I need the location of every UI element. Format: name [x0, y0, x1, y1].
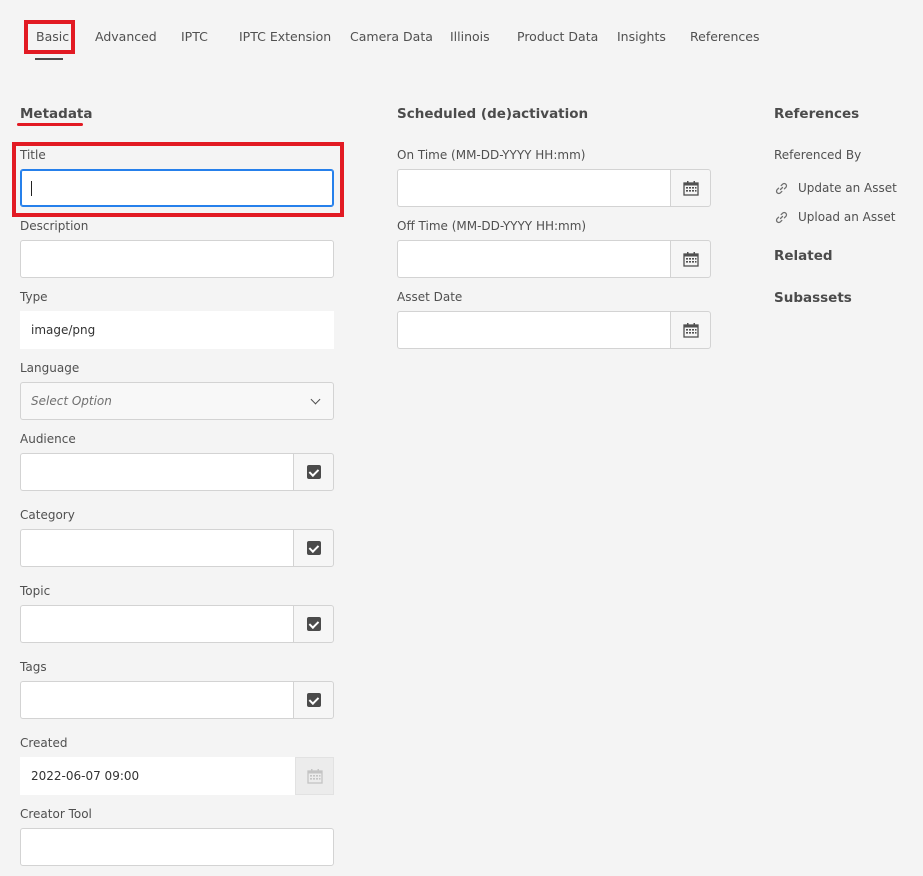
audience-label: Audience [20, 432, 76, 446]
off-time-label: Off Time (MM-DD-YYYY HH:mm) [397, 219, 587, 233]
metadata-heading-underline [17, 123, 83, 126]
related-heading: Related [774, 248, 833, 264]
highlight-box-title-field [12, 142, 344, 217]
on-time-input[interactable] [397, 169, 670, 207]
metadata-heading: Metadata [20, 106, 93, 122]
created-calendar-button [295, 757, 334, 795]
calendar-icon [682, 180, 699, 196]
category-picker-button[interactable] [293, 529, 334, 567]
language-placeholder: Select Option [31, 394, 112, 408]
off-time-calendar-button[interactable] [670, 240, 711, 278]
category-input[interactable] [20, 529, 293, 567]
topic-input[interactable] [20, 605, 293, 643]
subassets-heading: Subassets [774, 290, 852, 306]
scheduled-heading: Scheduled (de)activation [397, 106, 589, 122]
tab-iptc-extension[interactable]: IPTC Extension [239, 29, 331, 44]
topic-field [20, 605, 334, 643]
off-time-input[interactable] [397, 240, 670, 278]
language-label: Language [20, 361, 80, 375]
off-time-field [397, 240, 711, 278]
created-value: 2022-06-07 09:00 [20, 757, 295, 795]
tab-advanced[interactable]: Advanced [95, 29, 157, 44]
category-label: Category [20, 508, 75, 522]
chevron-down-icon [310, 394, 321, 404]
creator-tool-label: Creator Tool [20, 807, 92, 821]
tab-references[interactable]: References [690, 29, 759, 44]
asset-date-input[interactable] [397, 311, 670, 349]
highlight-box-basic-tab [24, 20, 75, 54]
tags-field [20, 681, 334, 719]
on-time-calendar-button[interactable] [670, 169, 711, 207]
tags-picker-button[interactable] [293, 681, 334, 719]
created-field: 2022-06-07 09:00 [20, 757, 334, 795]
calendar-icon [306, 768, 323, 784]
reference-link-label: Update an Asset [798, 181, 897, 195]
description-label: Description [20, 219, 89, 233]
on-time-label: On Time (MM-DD-YYYY HH:mm) [397, 148, 586, 162]
type-label: Type [20, 290, 48, 304]
audience-input[interactable] [20, 453, 293, 491]
checkbox-icon [306, 541, 321, 555]
tags-input[interactable] [20, 681, 293, 719]
on-time-field [397, 169, 711, 207]
checkbox-icon [306, 465, 321, 479]
asset-date-calendar-button[interactable] [670, 311, 711, 349]
reference-link-upload-asset[interactable]: Upload an Asset [775, 210, 895, 224]
creator-tool-input[interactable] [20, 828, 334, 866]
link-icon [775, 182, 788, 194]
topic-picker-button[interactable] [293, 605, 334, 643]
active-tab-indicator [35, 58, 63, 60]
asset-date-label: Asset Date [397, 290, 463, 304]
references-heading: References [774, 106, 860, 122]
reference-link-update-asset[interactable]: Update an Asset [775, 181, 897, 195]
reference-link-label: Upload an Asset [798, 210, 896, 224]
checkbox-icon [306, 693, 321, 707]
tags-label: Tags [20, 660, 47, 674]
checkbox-icon [306, 617, 321, 631]
calendar-icon [682, 322, 699, 338]
calendar-icon [682, 251, 699, 267]
language-select[interactable]: Select Option [20, 382, 334, 420]
tab-product-data[interactable]: Product Data [517, 29, 598, 44]
referenced-by-label: Referenced By [774, 148, 862, 162]
created-label: Created [20, 736, 68, 750]
tab-illinois[interactable]: Illinois [450, 29, 490, 44]
link-icon [775, 211, 788, 223]
audience-field [20, 453, 334, 491]
asset-date-field [397, 311, 711, 349]
tab-camera-data[interactable]: Camera Data [350, 29, 433, 44]
category-field [20, 529, 334, 567]
type-value: image/png [20, 311, 334, 349]
topic-label: Topic [20, 584, 51, 598]
tab-iptc[interactable]: IPTC [181, 29, 208, 44]
audience-picker-button[interactable] [293, 453, 334, 491]
tab-insights[interactable]: Insights [617, 29, 666, 44]
description-input[interactable] [20, 240, 334, 278]
